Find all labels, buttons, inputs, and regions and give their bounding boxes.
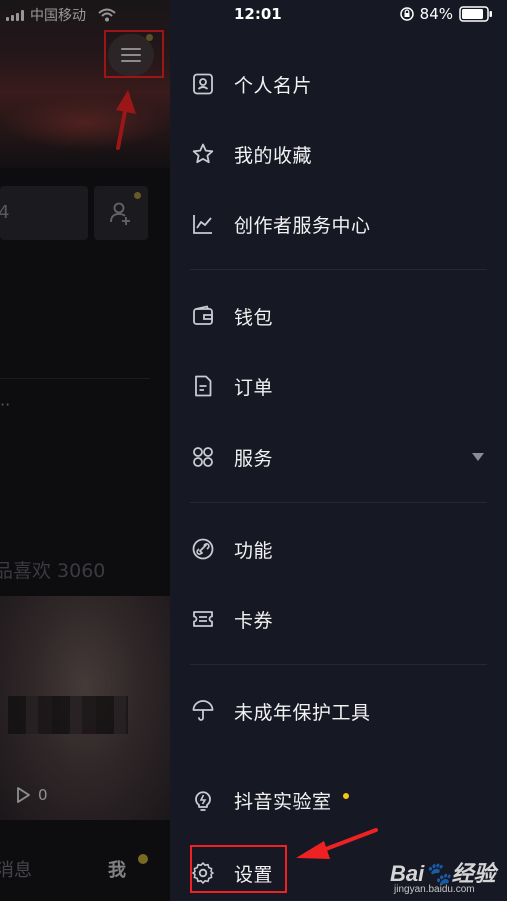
menu-item-label: 未成年保护工具: [234, 701, 371, 724]
status-time: 12:01: [234, 5, 282, 23]
chart-line-icon: [190, 211, 216, 237]
lightbulb-icon: [190, 787, 216, 813]
battery-icon: [459, 6, 492, 22]
annotation-arrow-icon: [296, 828, 378, 859]
divider: [190, 502, 487, 503]
menu-item-orders[interactable]: 订单: [170, 361, 507, 411]
overlay-shade[interactable]: [0, 0, 170, 901]
menu-item-label: 抖音实验室: [234, 790, 332, 813]
menu-item-minor-protection[interactable]: 未成年保护工具: [170, 686, 507, 736]
menu-item-wallet[interactable]: 钱包: [170, 291, 507, 341]
ticket-icon: [190, 606, 216, 632]
side-drawer: 12:01 84% 个人名片 我的收藏 创作者服务中心 钱包 订单 服务 功能 …: [170, 0, 507, 901]
menu-item-creator-center[interactable]: 创作者服务中心: [170, 199, 507, 249]
menu-item-label: 创作者服务中心: [234, 214, 371, 237]
menu-item-label: 卡券: [234, 609, 274, 632]
profile-page-background: 中国移动 4 ·· 品喜欢 3060 0 消息 我: [0, 0, 170, 901]
divider: [190, 269, 487, 270]
menu-item-label: 服务: [234, 447, 274, 470]
paw-icon: 🐾: [424, 861, 452, 886]
document-icon: [190, 373, 216, 399]
menu-item-label: 功能: [234, 539, 274, 562]
grid-icon: [190, 444, 216, 470]
status-bar-right: 84%: [399, 5, 493, 23]
menu-item-label: 个人名片: [234, 74, 313, 97]
umbrella-icon: [190, 698, 216, 724]
menu-item-features[interactable]: 功能: [170, 524, 507, 574]
annotation-highlight-box: [190, 845, 287, 893]
baidu-jingyan-watermark: Bai🐾经验 jingyan.baidu.com: [390, 861, 496, 895]
rotation-lock-icon: [399, 7, 414, 21]
battery-percent: 84%: [419, 5, 453, 23]
star-icon: [190, 141, 216, 167]
menu-item-label: 钱包: [234, 306, 274, 329]
menu-item-business-card[interactable]: 个人名片: [170, 59, 507, 109]
menu-item-services[interactable]: 服务: [170, 432, 507, 482]
new-badge-dot: [343, 793, 349, 799]
menu-item-label: 我的收藏: [234, 144, 313, 167]
wallet-icon: [190, 303, 216, 329]
divider: [190, 664, 487, 665]
menu-item-lab[interactable]: 抖音实验室: [170, 775, 507, 825]
id-card-icon: [190, 71, 216, 97]
menu-item-favorites[interactable]: 我的收藏: [170, 129, 507, 179]
menu-item-label: 订单: [234, 376, 274, 399]
link-icon: [190, 536, 216, 562]
menu-item-coupons[interactable]: 卡券: [170, 594, 507, 644]
chevron-down-icon[interactable]: [472, 453, 484, 461]
